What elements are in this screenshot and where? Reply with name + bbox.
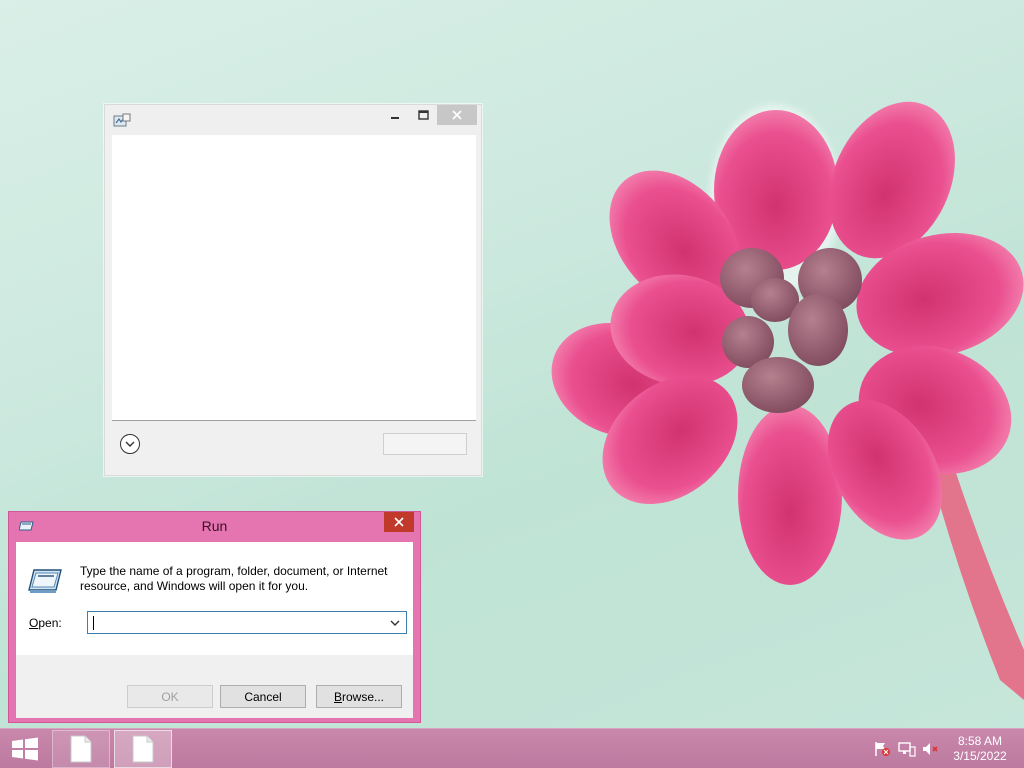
text-cursor xyxy=(93,616,94,630)
ok-button[interactable]: OK xyxy=(127,685,213,708)
open-combobox[interactable] xyxy=(87,611,407,634)
run-dialog: Run Type the name of a program, folder, … xyxy=(8,511,421,723)
clock-date: 3/15/2022 xyxy=(953,749,1007,763)
flag-icon[interactable] xyxy=(873,741,891,757)
app-icon xyxy=(113,113,131,127)
chevron-down-icon xyxy=(390,620,400,626)
blank-window-content xyxy=(112,135,476,421)
system-clock[interactable]: 8:58 AM 3/15/2022 xyxy=(944,734,1016,764)
document-icon xyxy=(132,735,154,763)
expand-details-button[interactable] xyxy=(120,434,140,454)
minimize-button[interactable] xyxy=(381,105,409,125)
run-title: Run xyxy=(201,518,228,534)
clock-time: 8:58 AM xyxy=(957,734,1003,748)
divider xyxy=(112,420,476,421)
close-icon xyxy=(452,110,462,120)
windows-logo-icon[interactable] xyxy=(10,737,40,761)
close-button[interactable] xyxy=(437,105,477,125)
taskbar-button-2[interactable] xyxy=(114,730,172,768)
taskbar-button-1[interactable] xyxy=(52,730,110,768)
document-icon xyxy=(70,735,92,763)
open-dropdown-button[interactable] xyxy=(386,612,404,633)
chevron-down-icon xyxy=(125,441,135,447)
run-close-button[interactable] xyxy=(384,512,414,532)
run-program-icon xyxy=(28,569,62,593)
maximize-icon xyxy=(417,110,429,120)
maximize-button[interactable] xyxy=(409,105,437,125)
minimize-icon xyxy=(391,117,399,119)
taskbar: 8:58 AM 3/15/2022 xyxy=(0,728,1024,768)
run-description: Type the name of a program, folder, docu… xyxy=(80,564,388,593)
run-top-area: Type the name of a program, folder, docu… xyxy=(16,542,413,655)
network-icon[interactable] xyxy=(898,741,916,757)
cancel-button[interactable]: Cancel xyxy=(220,685,306,708)
run-body: Type the name of a program, folder, docu… xyxy=(16,542,413,718)
close-icon xyxy=(394,517,404,527)
disabled-action-button[interactable] xyxy=(383,433,467,455)
blank-window-titlebar[interactable] xyxy=(105,105,481,135)
open-label: Open: xyxy=(29,616,62,630)
browse-button[interactable]: Browse... xyxy=(316,685,402,708)
open-input[interactable] xyxy=(90,613,385,632)
blank-window xyxy=(104,104,482,476)
volume-icon[interactable] xyxy=(922,741,940,757)
